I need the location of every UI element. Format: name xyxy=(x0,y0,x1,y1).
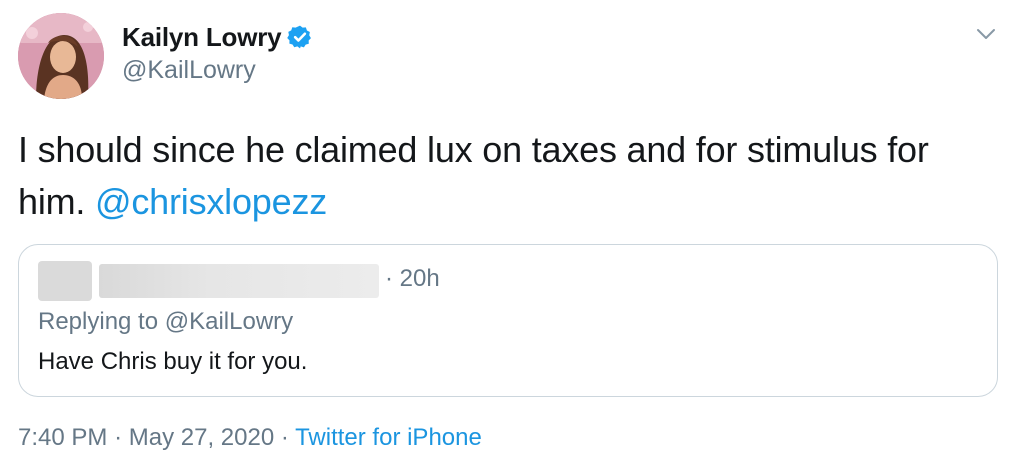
tweet-mention-link[interactable]: @chrisxlopezz xyxy=(95,181,327,222)
chevron-down-icon[interactable] xyxy=(974,22,998,46)
author-avatar[interactable] xyxy=(18,13,104,99)
verified-badge-icon xyxy=(287,24,313,50)
meta-separator: · xyxy=(280,424,289,451)
tweet-date[interactable]: May 27, 2020 xyxy=(129,424,274,451)
replying-to-label: Replying to xyxy=(38,308,159,335)
tweet: Kailyn Lowry @KailLowry I should since h… xyxy=(0,0,1024,468)
tweet-text: I should since he claimed lux on taxes a… xyxy=(18,124,998,228)
author-name-row: Kailyn Lowry xyxy=(122,20,313,54)
quoted-time-separator: · xyxy=(385,265,393,292)
quoted-avatar-redacted xyxy=(38,261,92,301)
quoted-tweet-card[interactable]: · 20h Replying to @KailLowry Have Chris … xyxy=(18,244,998,397)
tweet-source-link[interactable]: Twitter for iPhone xyxy=(295,424,482,451)
tweet-time[interactable]: 7:40 PM xyxy=(18,424,107,451)
tweet-meta: 7:40 PM · May 27, 2020 · Twitter for iPh… xyxy=(18,424,482,452)
meta-separator: · xyxy=(114,424,123,451)
quoted-timestamp[interactable]: · 20h xyxy=(385,265,440,293)
author-display-name[interactable]: Kailyn Lowry xyxy=(122,22,282,53)
quoted-tweet-text: Have Chris buy it for you. xyxy=(38,348,308,375)
replying-to-handle: @KailLowry xyxy=(164,308,294,335)
quoted-replying-to: Replying to @KailLowry xyxy=(38,308,293,336)
author-handle[interactable]: @KailLowry xyxy=(122,56,256,85)
quoted-name-redacted xyxy=(99,264,379,298)
quoted-time-value: 20h xyxy=(399,265,440,292)
